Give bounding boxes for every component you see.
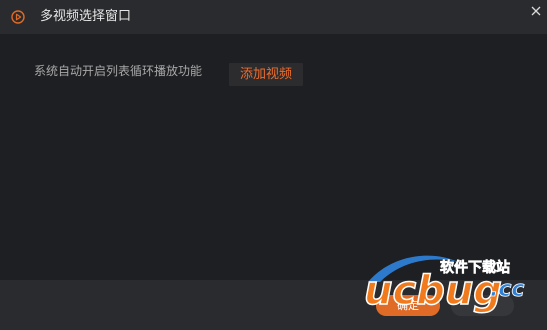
content-area: 系统自动开启列表循环播放功能 添加视频 (0, 34, 547, 280)
close-button[interactable] (528, 3, 544, 19)
add-video-button[interactable]: 添加视频 (229, 63, 303, 86)
cancel-button[interactable] (451, 295, 514, 316)
multi-video-select-window: 多视频选择窗口 系统自动开启列表循环播放功能 添加视频 确定 ucbug .cc… (0, 0, 547, 330)
loop-playback-description: 系统自动开启列表循环播放功能 (34, 64, 203, 78)
close-icon (531, 6, 541, 16)
play-circle-icon (11, 9, 25, 24)
footer-bar: 确定 (0, 280, 547, 330)
window-title: 多视频选择窗口 (40, 9, 132, 24)
confirm-button[interactable]: 确定 (376, 295, 440, 316)
title-bar: 多视频选择窗口 (0, 0, 547, 34)
